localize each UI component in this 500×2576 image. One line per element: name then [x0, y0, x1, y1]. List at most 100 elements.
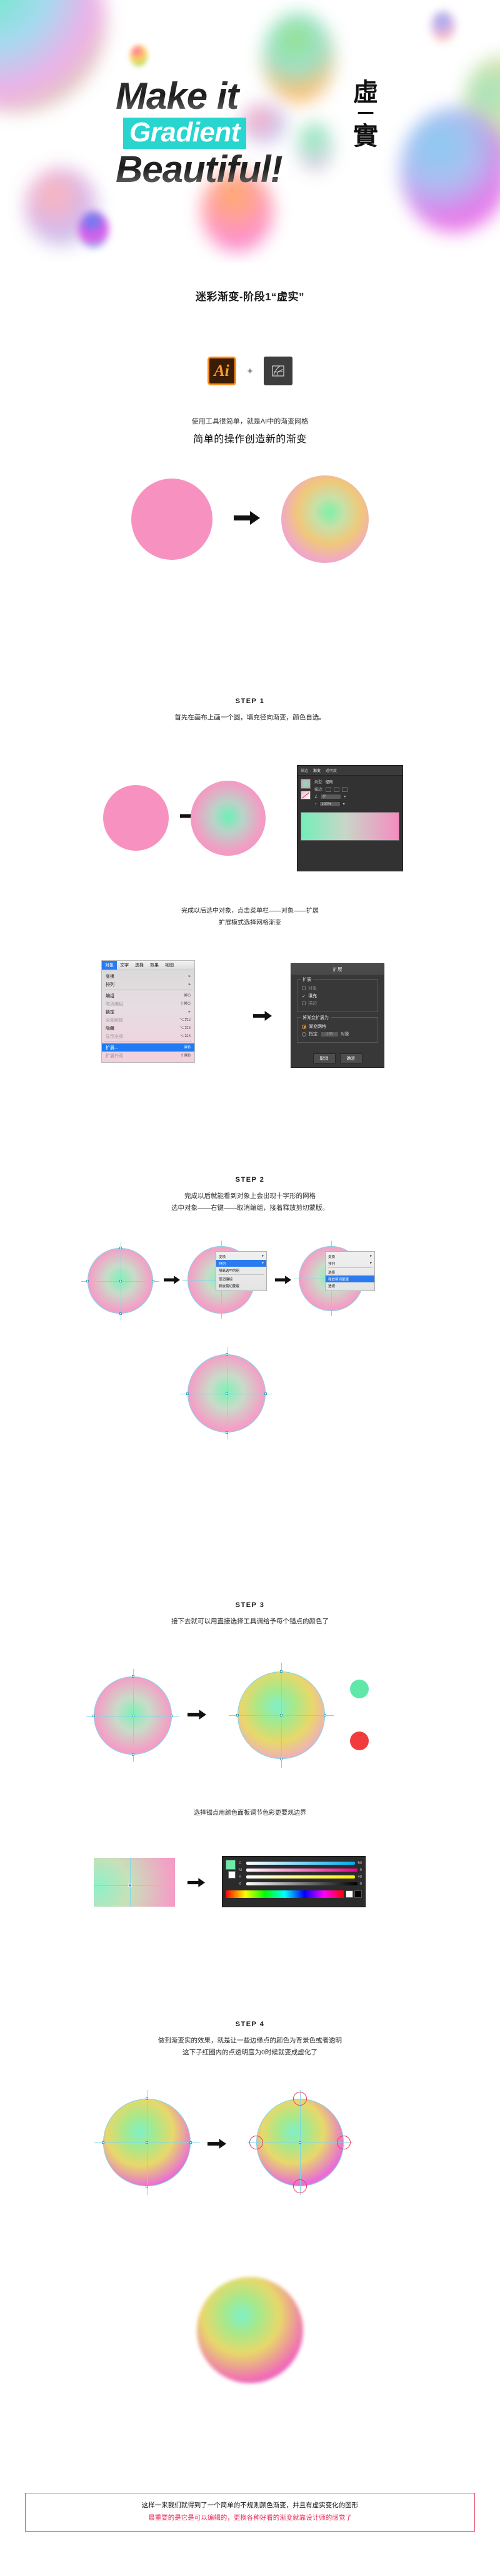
stroke-option-1-icon[interactable] [325, 786, 331, 792]
slider-row-m[interactable]: M0 [239, 1867, 362, 1874]
mesh-anchor[interactable] [86, 1279, 89, 1282]
opacity-input[interactable]: 100% [319, 801, 341, 807]
mesh-anchor[interactable] [152, 1279, 154, 1282]
menubar-item-view[interactable]: 视图 [162, 961, 177, 970]
checkbox-object[interactable]: 对象 [302, 985, 373, 991]
gradient-panel-tabs[interactable]: 描边 渐变 透明度 [298, 766, 402, 776]
opacity-dropdown-icon[interactable]: ▾ [343, 802, 345, 806]
context-menu-item-active[interactable]: 排列 ▸ [216, 1260, 266, 1267]
mesh-anchor[interactable] [324, 1714, 326, 1716]
mesh-anchor[interactable] [131, 1753, 134, 1756]
menu-item-lock[interactable]: 锁定 ▸ [102, 1008, 194, 1016]
stroke-option-2-icon[interactable] [333, 786, 339, 792]
context-menu-item[interactable]: 变换 ▸ [216, 1253, 266, 1260]
checkbox-stroke[interactable]: 描边 [302, 1000, 373, 1007]
slider-track-y[interactable] [246, 1875, 356, 1879]
gradient-swatch-column [301, 779, 311, 809]
context-menu-item[interactable]: 释放剪切蒙版 [216, 1282, 266, 1289]
mesh-anchor[interactable] [131, 1675, 134, 1678]
radio-gradient-mesh[interactable]: 渐变网格 [302, 1023, 373, 1030]
radio-specify[interactable]: 指定: 255 对象 [302, 1031, 373, 1037]
mesh-anchor[interactable] [280, 1758, 282, 1760]
tools-caption-big-wrap: 简单的操作创造新的渐变 [0, 430, 500, 445]
mesh-anchor[interactable] [146, 2097, 148, 2100]
mesh-anchor[interactable] [119, 1247, 122, 1249]
menubar-item-effect[interactable]: 效果 [147, 961, 162, 970]
slider-row-y[interactable]: Y 40 [239, 1874, 362, 1880]
slider-track-k[interactable] [246, 1882, 358, 1885]
arrow-right-icon [164, 1275, 180, 1288]
tab-gradient[interactable]: 渐变 [313, 768, 321, 773]
mesh-anchor-center[interactable] [299, 2141, 301, 2144]
fill-swatch[interactable] [226, 1860, 236, 1870]
context-menu-item[interactable]: 排列 ▸ [326, 1260, 374, 1267]
mesh-anchor[interactable] [186, 1392, 189, 1395]
slider-row-k[interactable]: K0 [239, 1880, 362, 1887]
color-spectrum[interactable] [226, 1890, 362, 1898]
mesh-anchor[interactable] [225, 1353, 228, 1356]
context-menu-item[interactable]: 选择 [326, 1269, 374, 1275]
menubar-item-type[interactable]: 文字 [117, 961, 132, 970]
mesh-anchor-center[interactable] [119, 1279, 122, 1282]
specify-input[interactable]: 255 [321, 1032, 338, 1037]
tab-stroke[interactable]: 描边 [301, 768, 308, 773]
slider-row-c[interactable]: C 50 [239, 1860, 362, 1867]
mesh-anchor[interactable] [189, 2141, 192, 2144]
context-menu-separator [328, 1267, 372, 1268]
mesh-anchor-center[interactable] [131, 1714, 134, 1717]
context-menu-item[interactable]: 透视 [326, 1282, 374, 1289]
black-swatch[interactable] [354, 1890, 362, 1898]
angle-input[interactable]: 0° [320, 794, 342, 799]
mesh-anchor-center[interactable] [225, 1392, 228, 1395]
slider-track-c[interactable] [246, 1862, 356, 1865]
gradient-panel[interactable]: 描边 渐变 透明度 类型: 径向 描边: ∠ 0° ▾ ◔ 100% ▾ [297, 765, 403, 871]
radio-label: 指定: [309, 1032, 319, 1037]
white-swatch[interactable] [346, 1890, 353, 1898]
context-menu-item[interactable]: 隔离选中的组 [216, 1267, 266, 1274]
expand-dialog[interactable]: 扩展 扩展 对象 ✓填充 描边 将渐变扩展为 渐变网格 指定: 255 对象 [291, 963, 384, 1068]
menubar-item-object[interactable]: 对象 [102, 961, 117, 970]
chevron-right-icon: ▸ [370, 1254, 372, 1258]
menubar[interactable]: 对象 文字 选择 效果 视图 [102, 961, 194, 970]
tab-opacity[interactable]: 透明度 [326, 768, 337, 773]
angle-dropdown-icon[interactable]: ▾ [344, 794, 346, 799]
gradient-type-value[interactable]: 径向 [326, 779, 333, 784]
slider-label-k: K [239, 1882, 242, 1886]
stroke-option-3-icon[interactable] [341, 786, 348, 792]
cancel-button[interactable]: 取消 [312, 1053, 336, 1063]
mesh-anchor[interactable] [171, 1714, 173, 1717]
menu-item-group[interactable]: 编组 ⌘G [102, 991, 194, 1000]
mesh-anchor[interactable] [280, 1670, 282, 1673]
mesh-anchor[interactable] [225, 1431, 228, 1434]
menubar-item-select[interactable]: 选择 [132, 961, 147, 970]
context-menu[interactable]: 变换 ▸ 排列 ▸ 隔离选中的组 取消编组 释放剪切蒙版 [216, 1251, 267, 1291]
gradient-preview-swatch[interactable] [301, 779, 311, 789]
mesh-anchor[interactable] [146, 2185, 148, 2188]
mesh-anchor[interactable] [119, 1312, 122, 1315]
mesh-anchor-center[interactable] [280, 1714, 282, 1716]
mesh-anchor[interactable] [92, 1714, 95, 1717]
color-panel[interactable]: C 50 M0 Y 40 K0 [222, 1856, 366, 1907]
menu-item-arrange[interactable]: 排列 ▸ [102, 980, 194, 988]
context-menu-item[interactable]: 变换 ▸ [326, 1253, 374, 1260]
context-menu-2[interactable]: 变换 ▸ 排列 ▸ 选择 释放剪切蒙版 透视 [325, 1251, 375, 1291]
radio-dot [302, 1024, 306, 1029]
object-menu[interactable]: 对象 文字 选择 效果 视图 变换 ▸ 排列 ▸ 编组 ⌘G 取消编组 ⇧⌘G 锁定 ▸ … [101, 960, 195, 1063]
mesh-anchor[interactable] [236, 1714, 239, 1716]
mesh-anchor[interactable] [102, 2141, 104, 2144]
context-menu-item-active[interactable]: 释放剪切蒙版 [326, 1275, 374, 1282]
context-menu-item[interactable]: 取消编组 [216, 1275, 266, 1282]
ok-button[interactable]: 确定 [339, 1053, 362, 1063]
checkbox-fill[interactable]: ✓ 填充 [302, 993, 373, 999]
menu-item-transform[interactable]: 变换 ▸ [102, 972, 194, 980]
gradient-slider-strip[interactable] [301, 812, 399, 841]
mesh-anchor-center[interactable] [146, 2141, 148, 2144]
menu-item-hide[interactable]: 隐藏 ⌥⌘3 [102, 1024, 194, 1032]
gradient-none-swatch[interactable] [301, 791, 311, 799]
step4-mesh-circle-after [248, 2090, 352, 2195]
stroke-swatch[interactable] [228, 1871, 236, 1879]
menu-item-expand[interactable]: 扩展... ⌘B [102, 1043, 194, 1052]
slider-track-m[interactable] [246, 1869, 358, 1872]
mesh-anchor-selected[interactable] [128, 1884, 132, 1887]
mesh-anchor[interactable] [264, 1392, 267, 1395]
